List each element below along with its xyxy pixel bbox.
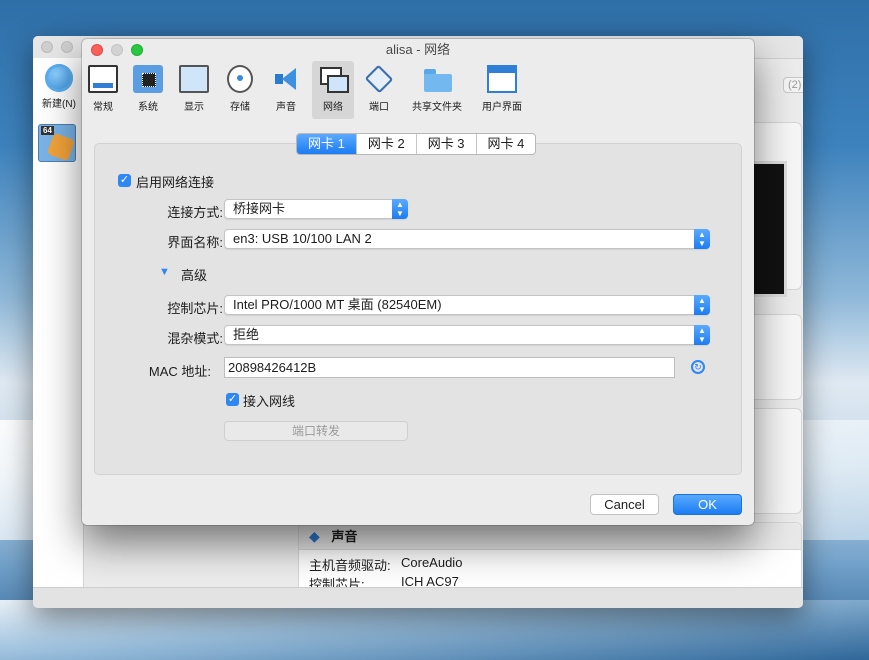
network-icon — [318, 65, 349, 93]
sound-driver-value: CoreAudio — [401, 555, 463, 570]
refresh-mac-icon[interactable]: ↻ — [691, 360, 705, 374]
tab-adapter-2[interactable]: 网卡 2 — [355, 134, 416, 154]
attached-to-select[interactable]: 桥接网卡 ▲ ▼ — [224, 199, 408, 219]
tool-display[interactable]: 显示 — [177, 61, 211, 119]
tool-network[interactable]: 网络 — [312, 61, 354, 119]
adapter-type-label: 控制芯片: — [167, 301, 223, 316]
new-vm-button[interactable]: 新建(N) — [37, 64, 81, 110]
tool-ports-label: 端口 — [369, 102, 389, 113]
sound-driver-label: 主机音频驱动: — [309, 558, 391, 573]
adapter-tabs: 网卡 1 网卡 2 网卡 3 网卡 4 — [296, 133, 537, 155]
vm-list-item[interactable]: 64 — [38, 124, 76, 162]
chevron-updown-icon: ▲ ▼ — [694, 229, 710, 249]
storage-icon — [227, 65, 253, 93]
tool-system[interactable]: 系统 — [131, 61, 165, 119]
speaker-icon: ◆ — [309, 528, 320, 544]
tool-storage-label: 存储 — [230, 102, 250, 113]
tool-ports[interactable]: 端口 — [362, 61, 396, 119]
promiscuous-label: 混杂模式: — [167, 331, 223, 346]
snapshot-count-badge[interactable]: (2) — [783, 77, 803, 93]
advanced-label[interactable]: 高级 — [181, 265, 207, 284]
sound-section-title: 声音 — [331, 529, 358, 544]
manager-sidebar: 新建(N) 64 — [33, 58, 84, 588]
shared-folder-icon — [422, 65, 452, 93]
tool-shared-folders-label: 共享文件夹 — [412, 102, 462, 113]
tool-general[interactable]: 常规 — [86, 61, 120, 119]
tool-system-label: 系统 — [138, 102, 158, 113]
chevron-updown-icon: ▲ ▼ — [694, 325, 710, 345]
promiscuous-value: 拒绝 — [233, 327, 260, 342]
chevron-updown-icon: ▲ ▼ — [392, 199, 408, 219]
chevron-updown-icon: ▲ ▼ — [694, 295, 710, 315]
disclosure-triangle-icon[interactable]: ▼ — [159, 266, 170, 278]
attached-to-label: 连接方式: — [167, 205, 223, 220]
tool-storage[interactable]: 存储 — [223, 61, 257, 119]
tool-general-label: 常规 — [93, 102, 113, 113]
network-settings-dialog: alisa - 网络 常规 系统 显示 存储 声音 网络 端口 共享文件夹 用户… — [82, 39, 754, 525]
cable-connected-label: 接入网线 — [243, 394, 296, 409]
cable-connected-checkbox[interactable]: ✓ — [226, 393, 239, 406]
adapter-content: ✓ 启用网络连接 连接方式: 桥接网卡 ▲ ▼ 界面名称: en3: USB 10… — [94, 143, 742, 475]
tool-audio[interactable]: 声音 — [269, 61, 303, 119]
mac-address-field[interactable]: 20898426412B — [224, 357, 675, 378]
adapter-type-select[interactable]: Intel PRO/1000 MT 桌面 (82540EM) ▲ ▼ — [224, 295, 710, 315]
desktop-water — [0, 600, 869, 660]
manager-minimize-button[interactable] — [61, 41, 73, 53]
cancel-button[interactable]: Cancel — [590, 494, 659, 515]
tool-user-interface-label: 用户界面 — [482, 102, 522, 113]
interface-name-value: en3: USB 10/100 LAN 2 — [233, 231, 372, 246]
vm-arch-badge: 64 — [41, 126, 54, 135]
general-icon — [88, 65, 118, 93]
manager-close-button[interactable] — [41, 41, 53, 53]
system-icon — [133, 65, 163, 93]
attached-to-value: 桥接网卡 — [233, 201, 286, 216]
ports-icon — [364, 64, 394, 94]
audio-icon — [271, 65, 301, 93]
new-vm-icon — [45, 64, 73, 92]
interface-name-label: 界面名称: — [167, 235, 223, 250]
enable-network-checkbox[interactable]: ✓ — [118, 174, 131, 187]
tab-adapter-1[interactable]: 网卡 1 — [297, 134, 356, 154]
dialog-title: alisa - 网络 — [385, 42, 451, 57]
sound-section-header[interactable]: ◆ 声音 — [299, 523, 801, 550]
sound-details-panel: ◆ 声音 主机音频驱动: CoreAudio 控制芯片: ICH AC97 — [298, 522, 802, 594]
tool-user-interface[interactable]: 用户界面 — [478, 61, 526, 119]
tool-audio-label: 声音 — [276, 102, 296, 113]
manager-statusbar — [33, 587, 803, 608]
mac-label: MAC 地址: — [148, 364, 211, 379]
vm-os-icon — [46, 132, 76, 162]
tab-adapter-4[interactable]: 网卡 4 — [475, 134, 536, 154]
display-icon — [179, 65, 209, 93]
settings-toolbar: 常规 系统 显示 存储 声音 网络 端口 共享文件夹 用户界面 — [82, 61, 754, 119]
tab-adapter-3[interactable]: 网卡 3 — [415, 134, 476, 154]
tool-shared-folders[interactable]: 共享文件夹 — [408, 61, 466, 119]
enable-network-label: 启用网络连接 — [136, 175, 215, 190]
promiscuous-select[interactable]: 拒绝 ▲ ▼ — [224, 325, 710, 345]
tool-network-label: 网络 — [323, 102, 343, 113]
ok-button[interactable]: OK — [673, 494, 742, 515]
interface-name-select[interactable]: en3: USB 10/100 LAN 2 ▲ ▼ — [224, 229, 710, 249]
user-interface-icon — [487, 65, 517, 93]
adapter-type-value: Intel PRO/1000 MT 桌面 (82540EM) — [233, 297, 442, 312]
tool-display-label: 显示 — [184, 102, 204, 113]
port-forwarding-button[interactable]: 端口转发 — [224, 421, 408, 441]
sound-driver-row: 主机音频驱动: CoreAudio — [309, 555, 462, 574]
new-vm-label: 新建(N) — [42, 99, 76, 110]
